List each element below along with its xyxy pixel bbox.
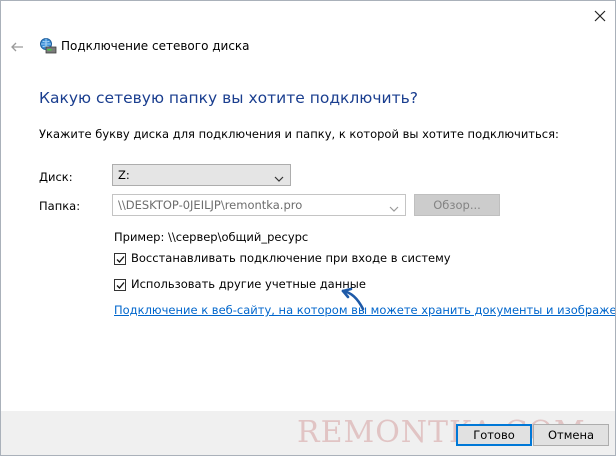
- link-suffix: .: [587, 303, 591, 317]
- finish-button[interactable]: Готово: [456, 424, 532, 446]
- folder-label: Папка:: [39, 199, 81, 213]
- check-icon: [116, 256, 125, 263]
- example-text: Пример: \\сервер\общий_ресурс: [114, 230, 309, 244]
- chevron-down-icon: [274, 172, 284, 182]
- instruction-text: Укажите букву диска для подключения и па…: [39, 127, 559, 141]
- folder-combobox[interactable]: \\DESKTOP-0JEILJP\remontka.pro: [112, 194, 406, 216]
- reconnect-checkbox[interactable]: [114, 253, 126, 265]
- cancel-button[interactable]: Отмена: [533, 424, 609, 446]
- reconnect-label[interactable]: Восстанавливать подключение при входе в …: [131, 251, 451, 265]
- credentials-label[interactable]: Использовать другие учетные данные: [131, 277, 366, 291]
- disk-value: Z:: [118, 168, 130, 182]
- page-heading: Какую сетевую папку вы хотите подключить…: [39, 89, 418, 107]
- back-arrow-icon[interactable]: [9, 39, 25, 55]
- website-link[interactable]: Подключение к веб-сайту, на котором вы м…: [114, 303, 615, 317]
- window-title: Подключение сетевого диска: [61, 39, 250, 53]
- network-drive-icon: [39, 37, 57, 55]
- folder-value[interactable]: \\DESKTOP-0JEILJP\remontka.pro: [118, 198, 302, 212]
- chevron-down-icon[interactable]: [389, 202, 399, 212]
- dialog-window: Подключение сетевого диска Какую сетевую…: [0, 0, 616, 456]
- disk-dropdown[interactable]: Z:: [112, 164, 291, 186]
- check-icon: [116, 282, 125, 289]
- disk-label: Диск:: [39, 170, 73, 184]
- credentials-checkbox[interactable]: [114, 279, 126, 291]
- close-icon[interactable]: [591, 7, 609, 25]
- browse-button[interactable]: Обзор...: [414, 194, 500, 216]
